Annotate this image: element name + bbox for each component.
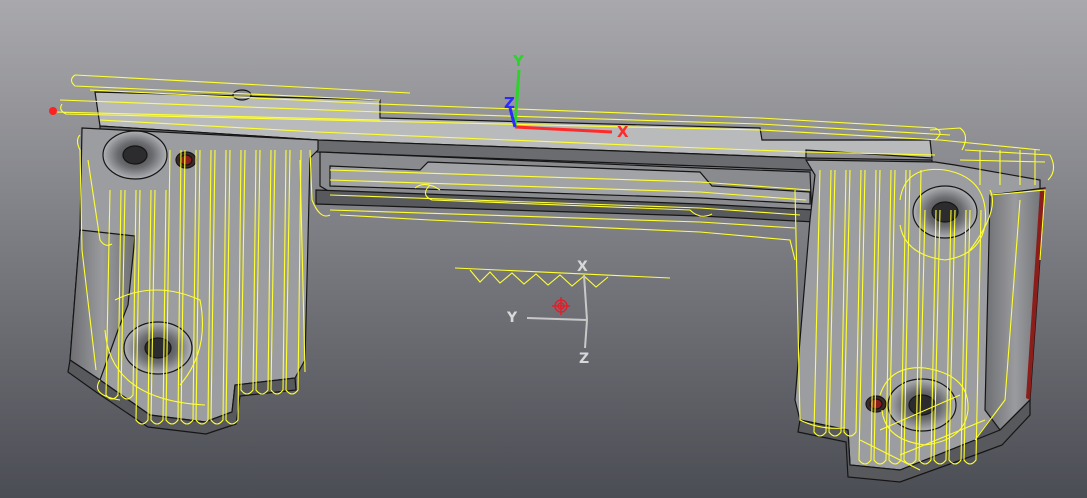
counterbore-hole[interactable] [102,130,168,180]
pin-hole[interactable] [175,151,197,169]
toolpath-start-point[interactable] [49,107,57,115]
triad-x-label: X [577,259,588,275]
triad-y-label: Y [506,310,518,326]
world-y-label: Y [512,52,525,70]
cam-3d-viewport[interactable]: X Y Z X Y Z [0,0,1087,498]
world-z-label: Z [504,94,515,112]
world-x-label: X [617,123,629,141]
top-boss [232,89,252,101]
pin-hole[interactable] [865,395,887,413]
triad-z-label: Z [579,351,589,367]
counterbore-hole[interactable] [912,185,978,239]
scene-svg[interactable]: X Y Z X Y Z [0,0,1087,498]
counterbore-hole[interactable] [887,378,957,432]
